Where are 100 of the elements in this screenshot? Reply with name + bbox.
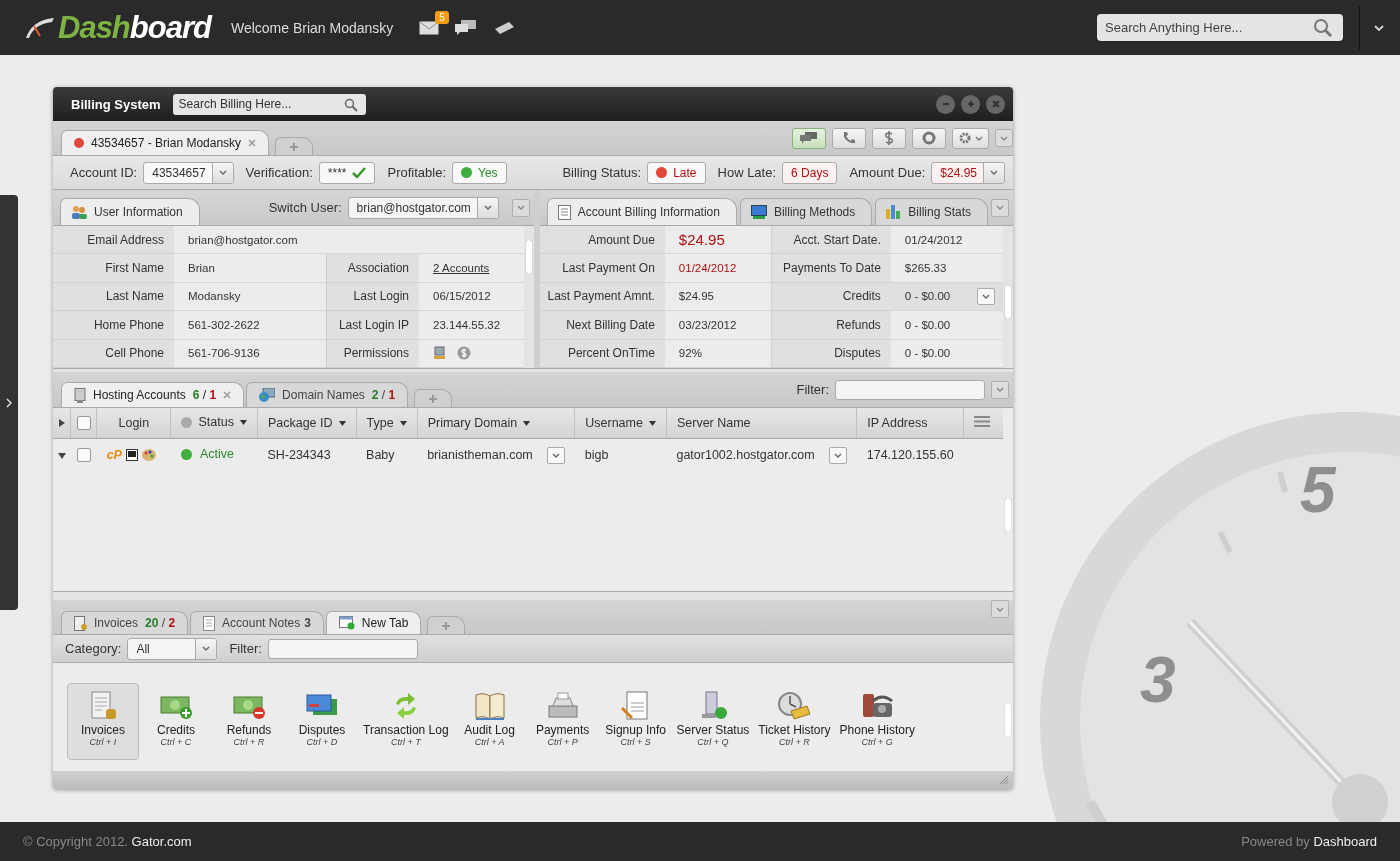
table-cell: brianistheman.com [427,448,533,462]
field-label: Last Name [53,282,174,312]
tool-button[interactable]: Invoices Ctrl + I [67,683,139,760]
collapse-button[interactable] [991,380,1009,399]
caret-icon [1000,135,1008,141]
lifebuoy-button[interactable] [912,127,946,149]
expand-all-header[interactable] [53,408,71,439]
tool-button[interactable]: Phone History Ctrl + G [835,683,919,760]
tool-button[interactable]: Server Status Ctrl + Q [672,683,754,760]
bottom-tab[interactable]: New Tab [325,611,422,634]
column-header[interactable]: IP Address [856,408,964,439]
field-value: $265.33 [890,254,1003,283]
tool-button[interactable]: Refunds Ctrl + R [213,683,285,760]
expand-icon[interactable] [57,453,66,459]
dropdown-button[interactable] [977,288,995,305]
ticket-icon [777,691,812,721]
status-dot [74,138,84,148]
summary-dropdown[interactable]: 43534657 [143,161,234,184]
add-tab-button[interactable] [427,616,466,634]
dashboard-logo[interactable]: Dashboard [24,9,211,46]
add-tab-button[interactable] [275,137,314,155]
collapse-button[interactable] [995,129,1013,147]
copyright-text: © Copyright 2012. Gator.com [23,834,192,849]
maximize-button[interactable] [961,94,980,114]
tool-button[interactable]: Signup Info Ctrl + S [599,683,672,760]
document-icon [203,615,216,631]
field-value: brian@hostgator.com [174,226,524,255]
close-icon[interactable] [248,139,257,147]
field-value: 06/15/2012 [419,282,524,312]
field-label: Last Login IP [326,311,419,340]
search-field[interactable]: Search Anything Here... [1097,14,1343,41]
hosting-tab[interactable]: Hosting Accounts 6 / 1 [61,382,245,407]
tool-button[interactable]: Payments Ctrl + P [526,683,599,760]
billing-search-field[interactable]: Search Billing Here... [172,93,366,115]
add-tab-button[interactable] [414,389,453,407]
summary-label: Billing Status: [562,165,642,180]
collapse-button[interactable] [991,198,1009,217]
summary-value: **** [318,161,376,184]
server-icon [74,387,86,403]
chat-button[interactable] [792,127,826,149]
caret-icon [833,452,842,458]
tool-button[interactable]: Credits Ctrl + C [140,683,212,760]
minimize-button[interactable] [936,94,955,114]
billing-tab[interactable]: Account Billing Information [546,198,737,225]
tool-button[interactable]: Transaction Log Ctrl + T [359,683,453,760]
plus-icon [289,141,300,152]
account-tab[interactable]: 43534657 - Brian Modansky [61,130,270,155]
mail-icon[interactable] [419,20,440,35]
table-cell: Baby [356,438,418,471]
dollar-button[interactable] [872,127,906,149]
column-header[interactable]: Server Name [666,408,857,439]
resize-grip-icon[interactable] [999,775,1009,785]
filter-field[interactable] [267,638,418,659]
close-button[interactable] [986,94,1005,114]
close-icon[interactable] [223,391,232,399]
tool-button[interactable]: Ticket History Ctrl + R [754,683,835,760]
palette-icon[interactable] [141,448,157,462]
summary-dropdown[interactable]: $24.95 [931,161,1005,184]
field-label: Payments To Date [770,254,891,283]
scrollbar[interactable] [1005,285,1011,319]
terminal-icon[interactable] [125,449,138,461]
gear-button[interactable] [952,127,989,149]
scrollbar[interactable] [525,240,532,274]
status-text: Active [200,447,235,462]
field-value: $24.95 [664,282,771,312]
ticket-icon[interactable] [493,20,516,35]
bottom-tab[interactable]: Invoices 20 / 2 [61,611,189,634]
user-information-tab[interactable]: User Information [60,198,200,225]
tool-button[interactable]: Disputes Ctrl + D [286,683,358,760]
collapse-button[interactable] [511,198,530,217]
field-label: Next Billing Date [539,311,665,340]
billing-tab[interactable]: Billing Stats [875,198,988,225]
scrollbar[interactable] [1005,498,1011,532]
billing-tab[interactable]: Billing Methods [739,198,873,225]
switch-user-dropdown[interactable]: brian@hostgator.com [347,196,499,219]
column-header[interactable]: Primary Domain [417,408,575,439]
caret-icon[interactable] [1374,24,1384,31]
phone-button[interactable] [832,127,866,149]
column-header[interactable]: Type [356,408,418,439]
chat-icon[interactable] [455,19,478,36]
side-panel-handle[interactable] [0,195,18,610]
hosting-tab[interactable]: Domain Names 2 / 1 [246,382,409,407]
dropdown-button[interactable] [546,446,565,464]
column-header[interactable]: Package ID [257,408,357,439]
tool-button[interactable]: Audit Log Ctrl + A [453,683,526,760]
field-value[interactable]: 0 - $0.00 [890,282,1003,312]
category-dropdown[interactable]: All [127,637,218,660]
column-header[interactable]: Username [574,408,667,439]
column-header[interactable]: Login [96,408,171,439]
select-all-checkbox[interactable] [76,416,91,431]
column-header[interactable]: Status [171,408,258,439]
column-menu-button[interactable] [963,408,1003,439]
dropdown-button[interactable] [828,446,847,464]
filter-field[interactable] [835,379,985,400]
bottom-tab[interactable]: Account Notes 3 [190,611,324,634]
filter-label: Filter: [796,382,829,397]
collapse-button[interactable] [991,600,1009,618]
new-window-icon [338,616,355,630]
scrollbar[interactable] [1005,703,1011,737]
row-checkbox[interactable] [76,448,91,463]
